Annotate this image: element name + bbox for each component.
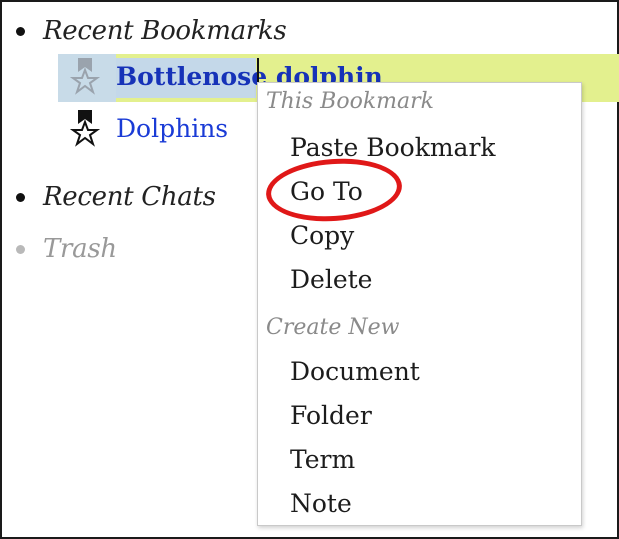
tree-item-recent-chats[interactable]: Recent Chats bbox=[16, 182, 216, 212]
menu-item-paste-bookmark[interactable]: Paste Bookmark bbox=[290, 133, 496, 162]
menu-item-document[interactable]: Document bbox=[290, 357, 420, 386]
tree-item-label: Recent Bookmarks bbox=[43, 16, 287, 46]
menu-item-folder[interactable]: Folder bbox=[290, 401, 372, 430]
menu-section-header: This Bookmark bbox=[266, 89, 434, 114]
tree-item-recent-bookmarks[interactable]: Recent Bookmarks bbox=[16, 16, 287, 46]
tree-item-trash[interactable]: Trash bbox=[16, 234, 117, 264]
window-frame: Recent Bookmarks Bottlenose dolphin Dolp… bbox=[0, 0, 619, 539]
tree-item-label: Trash bbox=[43, 234, 117, 264]
bookmark-label[interactable]: Dolphins bbox=[116, 114, 228, 143]
bullet-icon bbox=[16, 192, 25, 202]
bookmark-star-icon bbox=[70, 110, 101, 147]
bookmark-item-dolphins[interactable]: Dolphins bbox=[70, 108, 228, 148]
bullet-icon bbox=[16, 26, 25, 36]
bookmark-star-icon bbox=[70, 58, 101, 95]
context-menu: This Bookmark Paste Bookmark Go To Copy … bbox=[257, 82, 582, 526]
bullet-icon bbox=[16, 244, 25, 254]
menu-section-header: Create New bbox=[266, 315, 400, 340]
menu-item-note[interactable]: Note bbox=[290, 489, 352, 518]
tree-item-label: Recent Chats bbox=[43, 182, 216, 212]
menu-item-copy[interactable]: Copy bbox=[290, 221, 354, 250]
menu-item-term[interactable]: Term bbox=[290, 445, 355, 474]
menu-item-delete[interactable]: Delete bbox=[290, 265, 372, 294]
